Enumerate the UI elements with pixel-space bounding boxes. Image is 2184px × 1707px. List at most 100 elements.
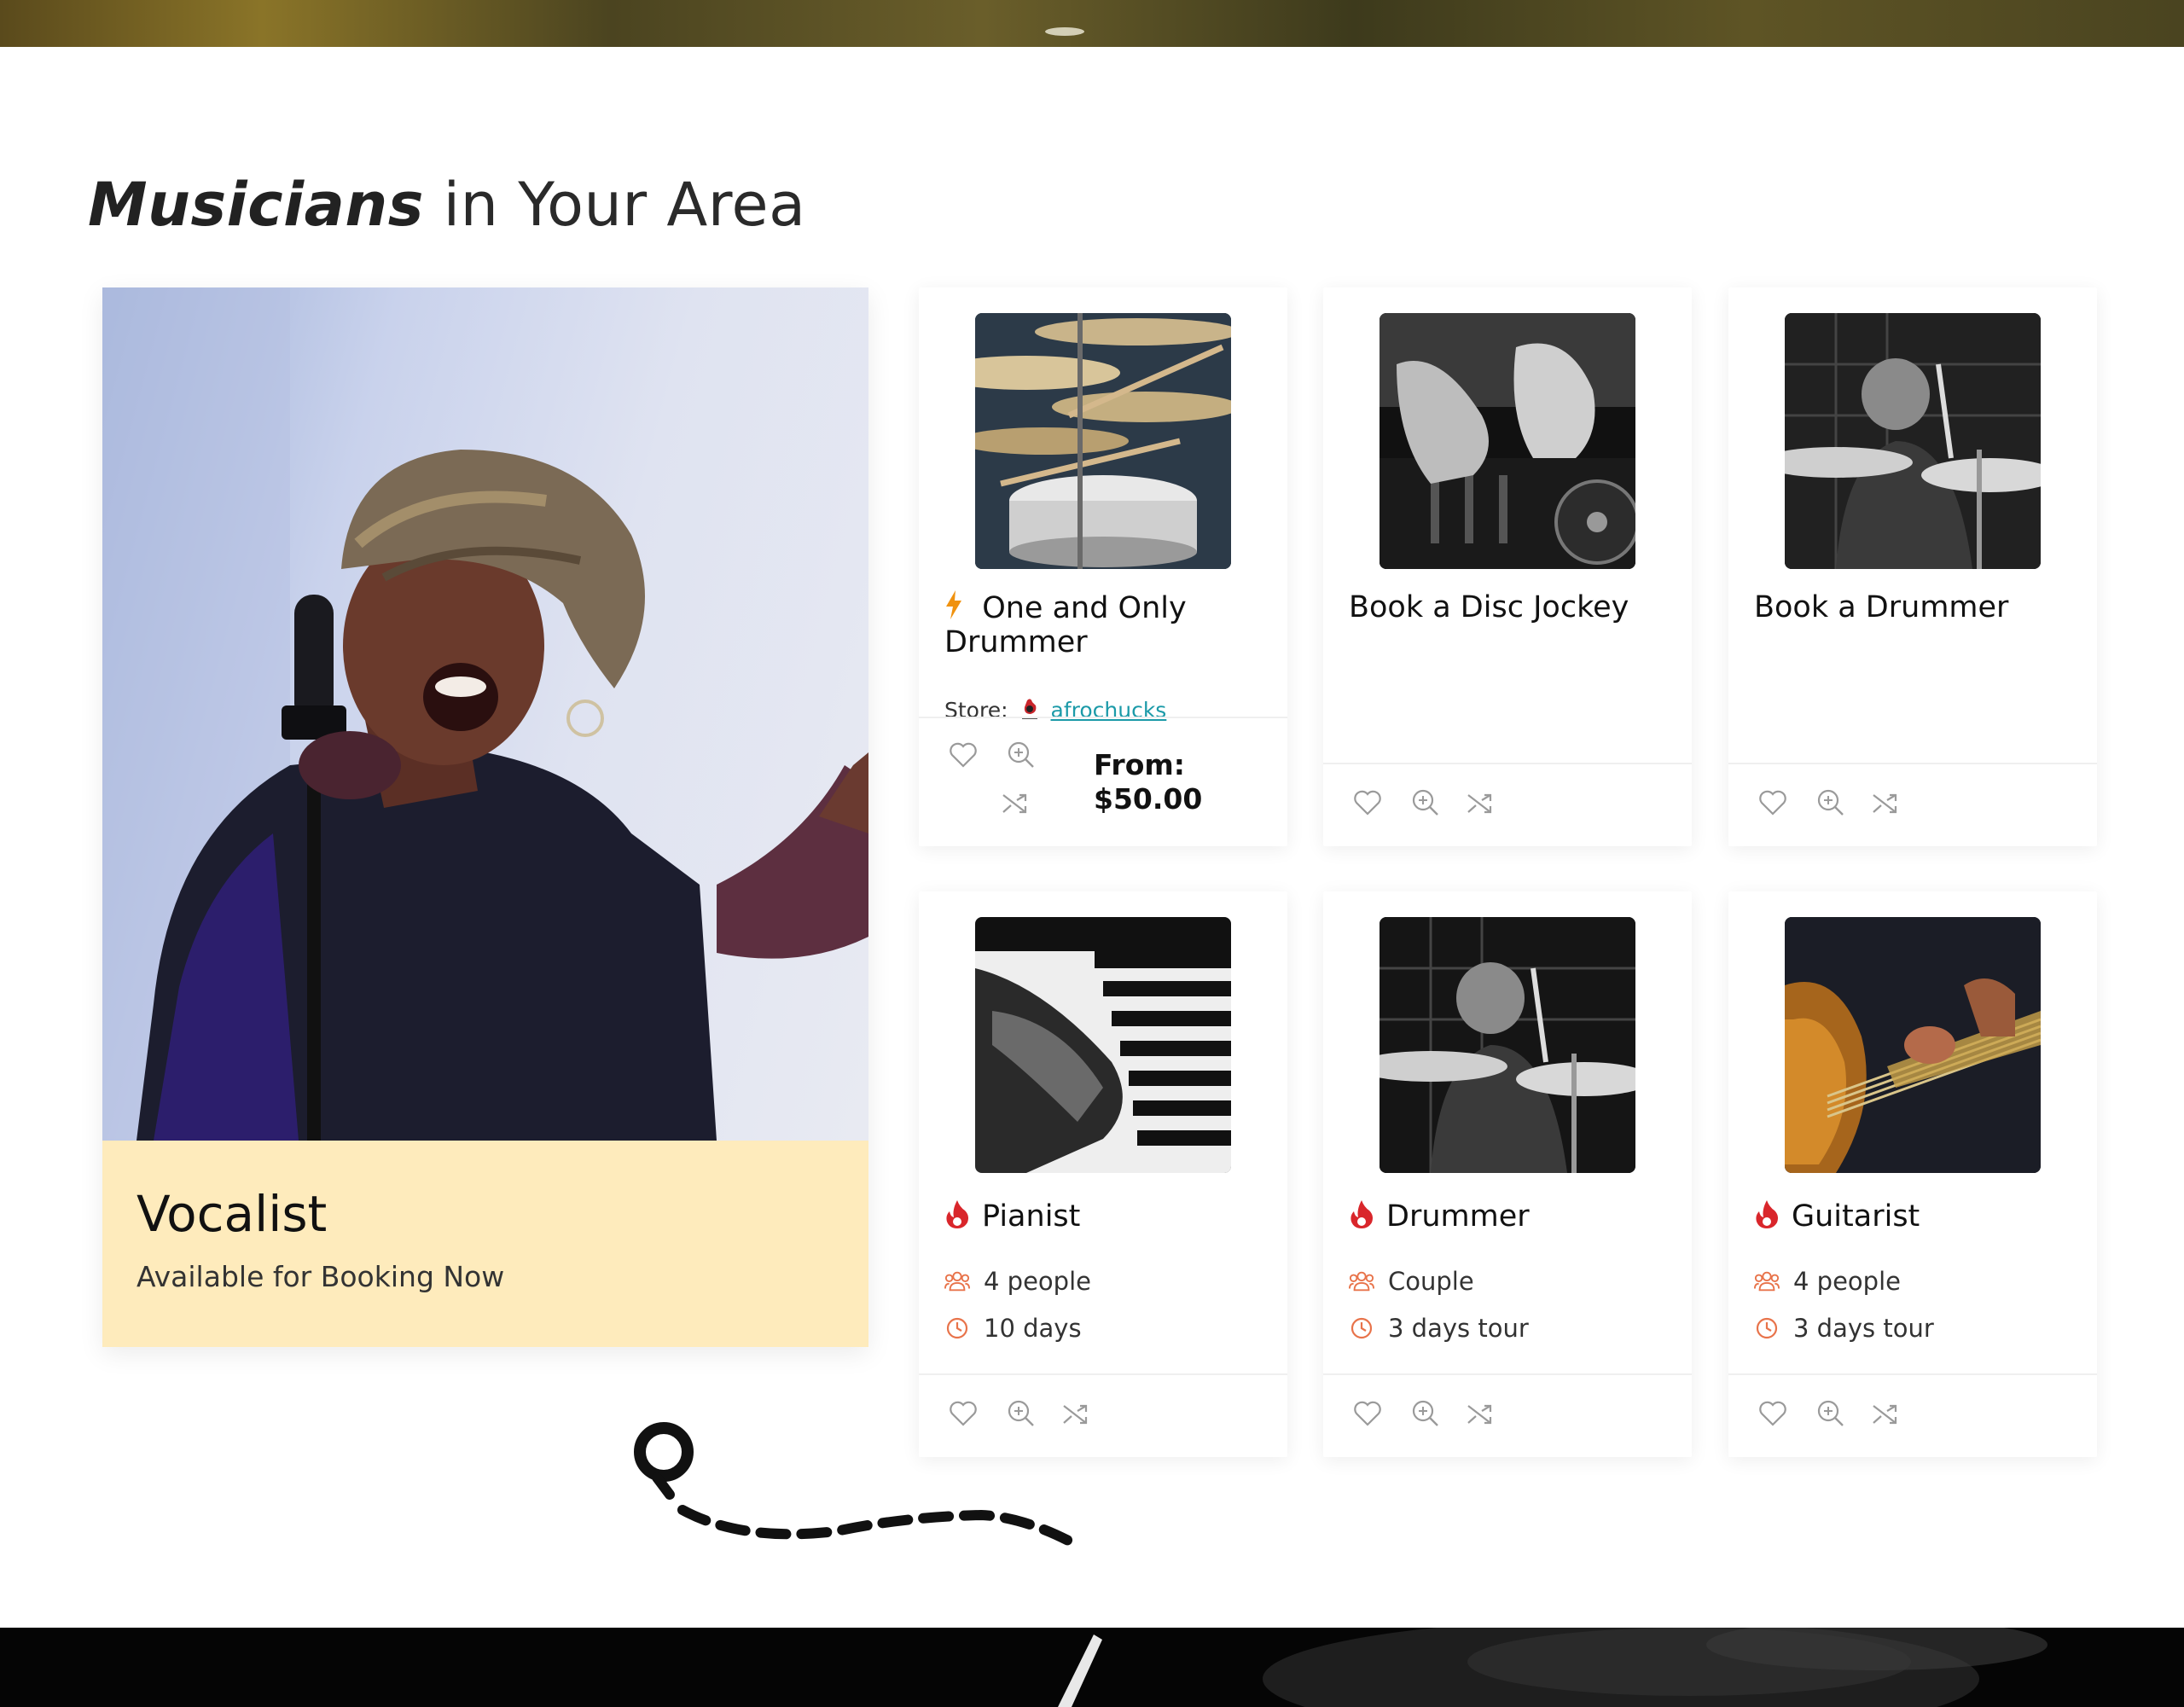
card-title[interactable]: Pianist [944,1199,1269,1234]
zoom-svg [1008,741,1034,768]
heart-svg [1759,790,1786,816]
heart-icon[interactable] [1756,1396,1790,1431]
card-divider [1728,1373,2097,1375]
drummer-thumbnail[interactable] [1785,313,2041,569]
heart-icon[interactable] [1350,786,1385,820]
people-icon [1349,1269,1374,1294]
people-svg [1349,1271,1374,1292]
shuffle-svg [1873,1404,1897,1425]
store-logo-icon [1016,697,1043,723]
product-card-disc-jockey[interactable]: Book a Disc Jockey [1323,287,1692,846]
zoom-in-icon[interactable] [1814,786,1848,820]
people-row: 4 people [1754,1267,1901,1296]
people-svg [944,1271,970,1292]
card-title[interactable]: Guitarist [1754,1199,2078,1234]
drummer-thumbnail[interactable] [1380,917,1635,1173]
duration-text: 10 days [984,1314,1082,1343]
shuffle-icon[interactable] [1462,786,1496,820]
lightning-icon [944,590,973,625]
duration-row: 3 days tour [1349,1314,1529,1343]
drum-kit-image [975,313,1231,569]
card-title-text: Guitarist [1792,1199,1920,1234]
drummer-image [1380,917,1635,1173]
clock-svg [1350,1317,1373,1339]
duration-row: 3 days tour [1754,1314,1934,1343]
heart-icon[interactable] [1350,1396,1385,1431]
price-label: From: [1094,748,1185,781]
vocalist-title[interactable]: Vocalist [136,1185,327,1243]
lightning-svg [946,590,961,619]
card-title[interactable]: Book a Drummer [1754,590,2078,624]
guitar-image [1785,917,2041,1173]
price-block: From: $50.00 [1094,748,1202,816]
top-hero-image [0,0,2184,47]
zoom-svg [1412,789,1438,816]
duration-text: 3 days tour [1388,1314,1529,1343]
card-title[interactable]: One and Only Drummer [944,590,1269,659]
card-title-text: Drummer [1386,1199,1530,1234]
store-line: Store: afrochucks [944,697,1166,723]
fire-icon [946,1200,968,1228]
zoom-svg [1817,789,1844,816]
zoom-svg [1412,1400,1438,1426]
product-card-drummer[interactable]: Drummer Couple 3 days tour [1323,891,1692,1457]
shuffle-icon[interactable] [1867,786,1902,820]
shuffle-icon[interactable] [997,786,1031,820]
store-link[interactable]: afrochucks [1051,698,1167,723]
people-text: 4 people [1793,1267,1901,1296]
shuffle-icon[interactable] [1867,1396,1902,1431]
heart-icon[interactable] [1756,786,1790,820]
section-title-bold: Musicians [88,170,424,240]
piano-thumbnail[interactable] [975,917,1231,1173]
vocalist-illustration [102,287,868,1141]
card-title[interactable]: Drummer [1349,1199,1673,1234]
duration-text: 3 days tour [1793,1314,1934,1343]
zoom-in-icon[interactable] [1409,786,1443,820]
vocalist-photo [102,287,868,1141]
shuffle-svg [1467,793,1492,814]
product-card-one-and-only-drummer[interactable]: One and Only Drummer Store: afrochucks F… [919,287,1287,846]
card-divider [919,717,1287,718]
hero-highlight [1045,27,1084,36]
vocalist-feature-card[interactable]: Vocalist Available for Booking Now [102,287,868,1347]
guitar-thumbnail[interactable] [1785,917,2041,1173]
heart-svg [1354,790,1381,816]
bottom-hero-image [0,1628,2184,1707]
clock-svg [1756,1317,1778,1339]
zoom-in-icon[interactable] [1004,738,1038,772]
zoom-in-icon[interactable] [1814,1396,1848,1431]
heart-icon[interactable] [946,738,980,772]
dj-thumbnail[interactable] [1380,313,1635,569]
clock-icon [1754,1315,1780,1341]
zoom-in-icon[interactable] [1409,1396,1443,1431]
duration-row: 10 days [944,1314,1082,1343]
zoom-svg [1817,1400,1844,1426]
fire-icon [1350,1200,1373,1228]
people-icon [944,1269,970,1294]
shuffle-svg [1467,1404,1492,1425]
card-title[interactable]: Book a Disc Jockey [1349,590,1673,624]
people-row: 4 people [944,1267,1091,1296]
vocalist-caption: Vocalist Available for Booking Now [102,1141,868,1347]
section-title-rest: in Your Area [423,170,806,240]
product-card-guitarist[interactable]: Guitarist 4 people 3 days tour [1728,891,2097,1457]
heart-svg [1759,1401,1786,1426]
piano-image [975,917,1231,1173]
vocalist-subtitle: Available for Booking Now [136,1260,505,1293]
card-title-text: One and Only Drummer [944,591,1187,659]
people-text: 4 people [984,1267,1091,1296]
drum-kit-thumbnail[interactable] [975,313,1231,569]
product-card-book-drummer[interactable]: Book a Drummer [1728,287,2097,846]
shuffle-icon[interactable] [1462,1396,1496,1431]
shuffle-svg [1873,793,1897,814]
price-value: $50.00 [1094,782,1203,816]
product-card-pianist[interactable]: Pianist 4 people 10 days [919,891,1287,1457]
people-svg [1754,1271,1780,1292]
bottom-hero-graphic [0,1628,2184,1707]
fire-icon [1756,1200,1778,1228]
shuffle-svg [1002,793,1027,814]
store-label: Store: [944,697,1008,723]
card-divider [1323,763,1692,764]
card-title-text: Pianist [982,1199,1081,1234]
store-logo-svg [1021,699,1037,719]
